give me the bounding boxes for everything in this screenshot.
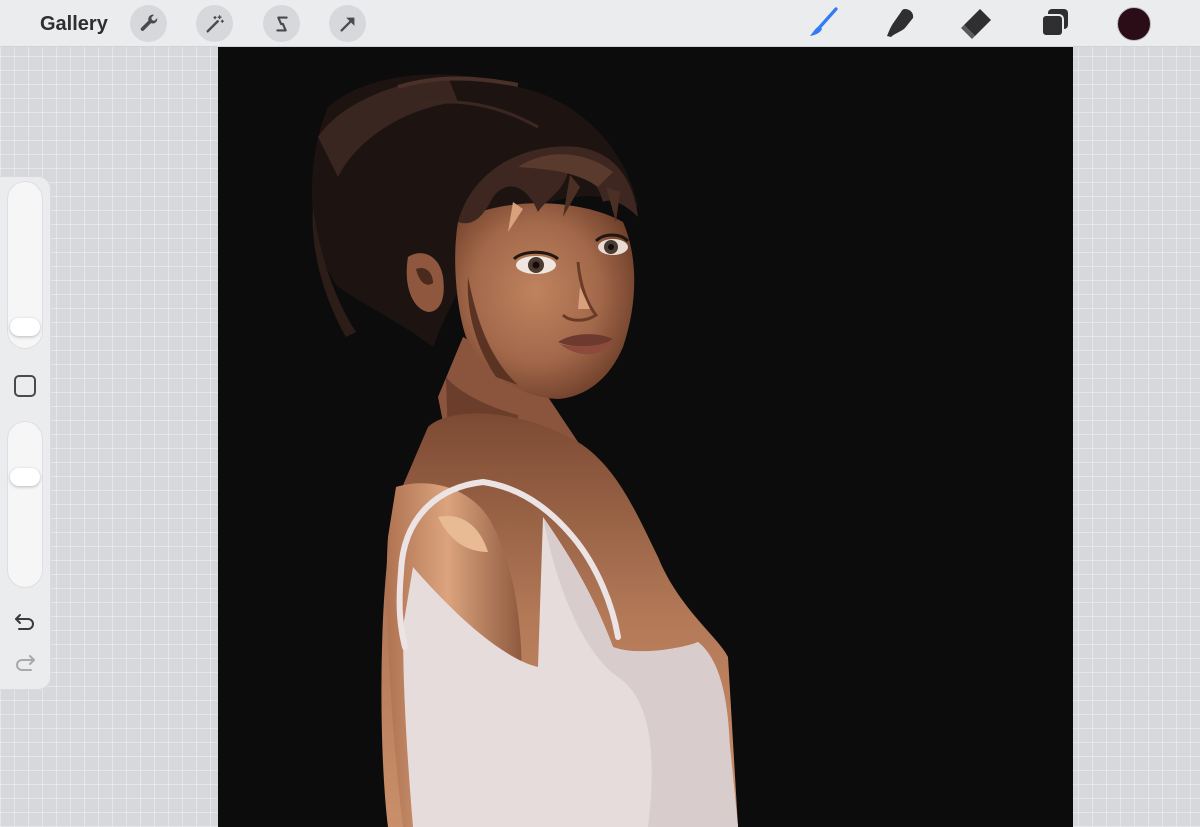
brush-size-slider[interactable] xyxy=(7,181,43,349)
left-sidebar xyxy=(0,177,50,689)
eraser-button[interactable] xyxy=(958,4,996,42)
selection-button[interactable] xyxy=(263,5,300,42)
top-toolbar: Gallery xyxy=(0,0,1200,47)
undo-button[interactable] xyxy=(12,611,38,633)
smudge-button[interactable] xyxy=(881,4,919,42)
smudge-icon xyxy=(887,9,914,37)
wrench-icon xyxy=(140,14,157,31)
brush-size-thumb[interactable] xyxy=(10,318,40,337)
actions-button[interactable] xyxy=(130,5,167,42)
brush-button[interactable] xyxy=(804,4,842,42)
undo-icon xyxy=(15,614,34,630)
layers-button[interactable] xyxy=(1036,4,1074,42)
drawing-canvas[interactable] xyxy=(218,47,1073,827)
redo-icon xyxy=(16,655,35,671)
opacity-thumb[interactable] xyxy=(10,467,40,486)
gallery-button[interactable]: Gallery xyxy=(40,10,108,38)
transform-button[interactable] xyxy=(329,5,366,42)
painted-portrait xyxy=(311,74,738,827)
color-picker-button[interactable] xyxy=(1117,7,1151,41)
arrow-cursor-icon xyxy=(339,17,354,32)
brush-icon xyxy=(810,7,838,36)
adjustments-button[interactable] xyxy=(196,5,233,42)
magic-wand-icon xyxy=(205,14,224,33)
redo-button[interactable] xyxy=(12,652,38,674)
layers-icon xyxy=(1041,9,1068,37)
opacity-slider[interactable] xyxy=(7,421,43,588)
selection-s-icon xyxy=(275,15,288,32)
eraser-icon xyxy=(961,9,991,39)
modify-square-icon[interactable] xyxy=(14,375,36,397)
